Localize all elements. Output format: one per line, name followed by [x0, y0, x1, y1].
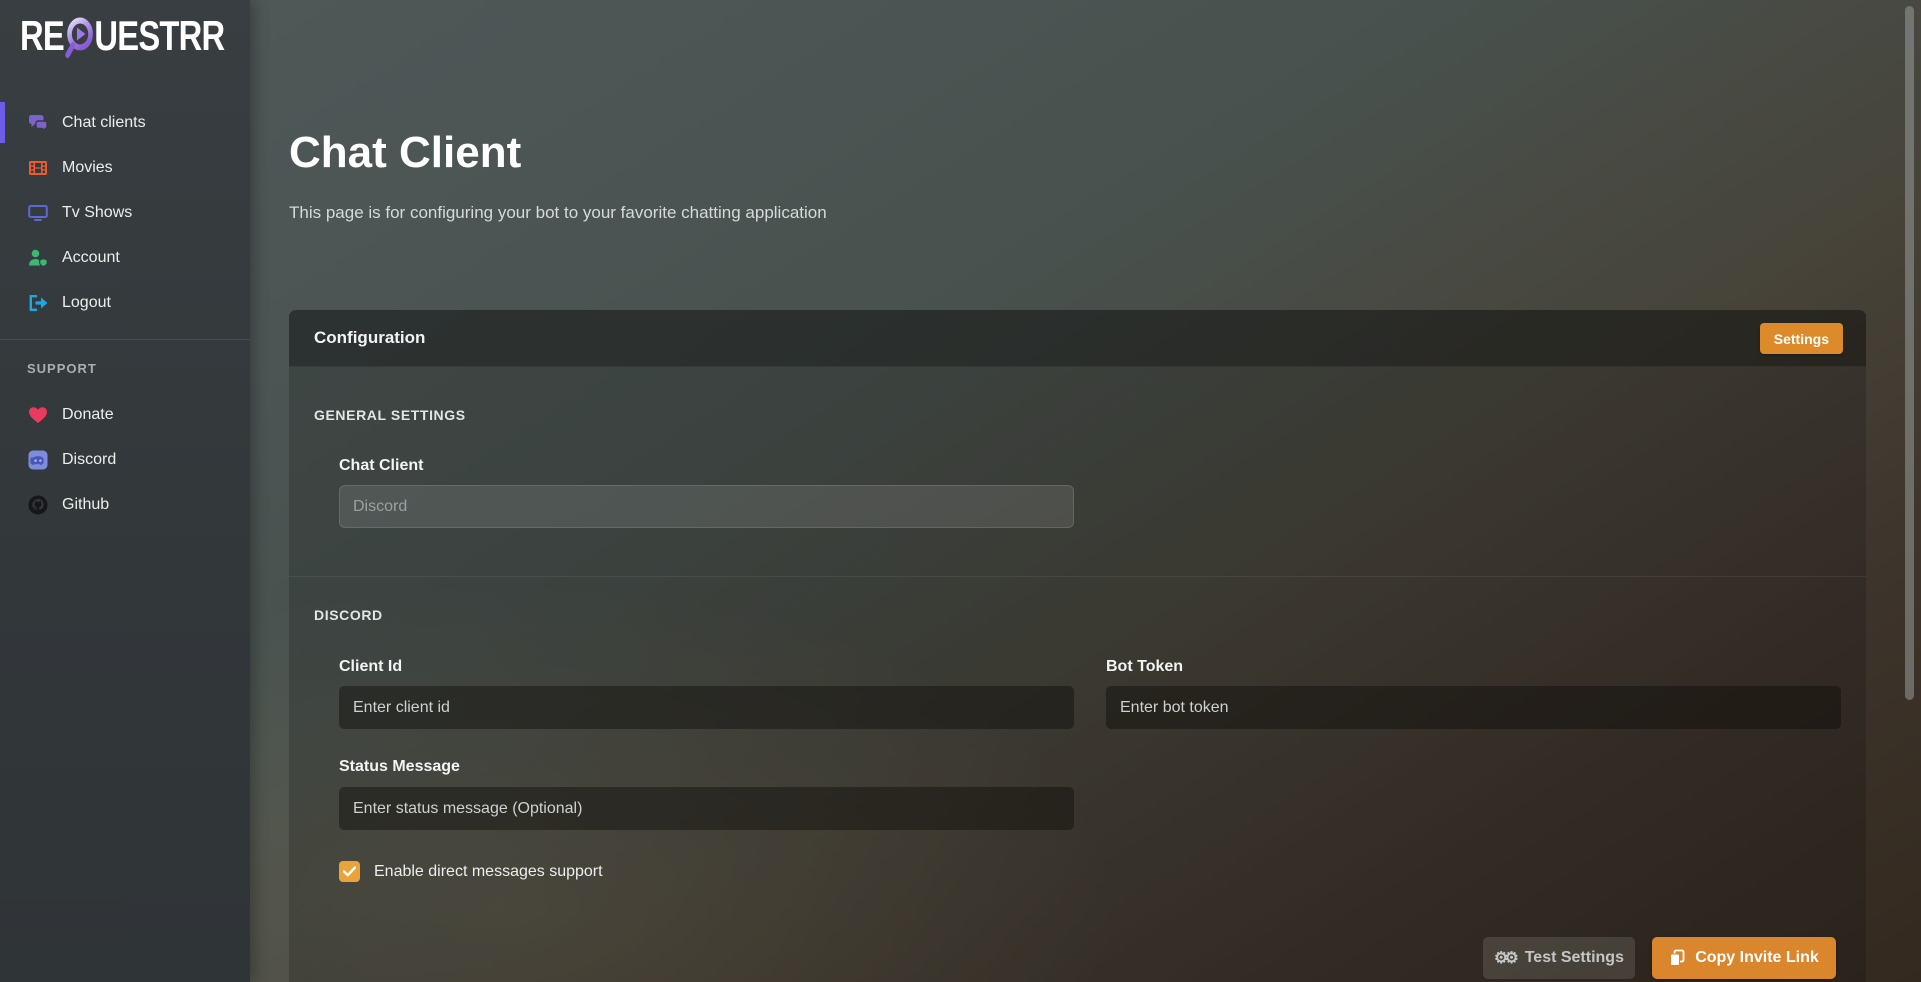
dm-support-label: Enable direct messages support — [374, 863, 603, 881]
sidebar-divider — [0, 339, 250, 340]
status-message-label: Status Message — [339, 758, 460, 776]
film-icon — [27, 157, 49, 179]
general-settings-heading: GENERAL SETTINGS — [314, 407, 466, 423]
discord-icon — [27, 449, 49, 471]
copy-invite-link-button[interactable]: Copy Invite Link — [1652, 937, 1836, 979]
sign-out-icon — [27, 292, 49, 314]
sidebar-item-logout[interactable]: Logout — [0, 280, 250, 325]
main-content: Chat Client This page is for configuring… — [250, 0, 1921, 982]
logo-text-pre: RE — [20, 12, 64, 60]
bot-token-label: Bot Token — [1106, 658, 1183, 676]
test-settings-label: Test Settings — [1525, 949, 1624, 967]
sidebar-item-chat-clients[interactable]: Chat clients — [0, 100, 250, 145]
client-id-label: Client Id — [339, 658, 402, 676]
client-id-input[interactable] — [339, 686, 1074, 729]
sidebar-item-github[interactable]: Github — [0, 482, 250, 527]
check-icon — [343, 866, 356, 877]
test-settings-button[interactable]: ⚙⚙ Test Settings — [1483, 937, 1635, 979]
scrollbar-thumb[interactable] — [1905, 6, 1914, 700]
dm-support-checkbox[interactable] — [339, 861, 360, 882]
sidebar-item-donate[interactable]: Donate — [0, 392, 250, 437]
copy-invite-link-label: Copy Invite Link — [1695, 949, 1819, 967]
configuration-card: Configuration Settings GENERAL SETTINGS … — [289, 310, 1866, 982]
sidebar-item-movies[interactable]: Movies — [0, 145, 250, 190]
sidebar-item-account[interactable]: Account — [0, 235, 250, 280]
support-heading: SUPPORT — [27, 361, 97, 376]
sidebar-item-label: Tv Shows — [62, 204, 132, 222]
page-subtitle: This page is for configuring your bot to… — [289, 203, 827, 223]
card-header: Configuration Settings — [289, 310, 1866, 367]
chat-bubbles-icon — [27, 112, 49, 134]
chat-client-select[interactable]: Discord — [339, 485, 1074, 528]
copy-icon — [1669, 949, 1685, 967]
sidebar-item-tv-shows[interactable]: Tv Shows — [0, 190, 250, 235]
sidebar-item-label: Account — [62, 249, 120, 267]
sidebar-support-nav: Donate Discord — [0, 392, 250, 527]
gears-icon: ⚙⚙ — [1494, 948, 1515, 968]
sidebar-item-label: Github — [62, 496, 109, 514]
requestrr-logo: RE UESTRR — [20, 12, 224, 60]
logo-text-post: UESTRR — [94, 12, 224, 60]
sidebar: RE UESTRR Chat client — [0, 0, 250, 982]
app-root: RE UESTRR Chat client — [0, 0, 1921, 982]
card-title: Configuration — [314, 328, 425, 348]
page-title: Chat Client — [289, 128, 521, 178]
discord-section-heading: DISCORD — [314, 607, 383, 623]
section-divider — [289, 576, 1866, 577]
sidebar-item-label: Discord — [62, 451, 116, 469]
chat-client-label: Chat Client — [339, 457, 423, 475]
bot-token-input[interactable] — [1106, 686, 1841, 729]
status-message-input[interactable] — [339, 787, 1074, 830]
github-icon — [27, 494, 49, 516]
user-shield-icon — [27, 247, 49, 269]
heart-icon — [27, 404, 49, 426]
sidebar-item-discord[interactable]: Discord — [0, 437, 250, 482]
sidebar-item-label: Donate — [62, 406, 114, 424]
logo-q-icon — [63, 15, 96, 61]
sidebar-item-label: Logout — [62, 294, 111, 312]
tv-icon — [27, 202, 49, 224]
sidebar-item-label: Chat clients — [62, 114, 146, 132]
sidebar-nav: Chat clients Movies — [0, 100, 250, 325]
sidebar-item-label: Movies — [62, 159, 113, 177]
settings-button[interactable]: Settings — [1760, 323, 1843, 354]
